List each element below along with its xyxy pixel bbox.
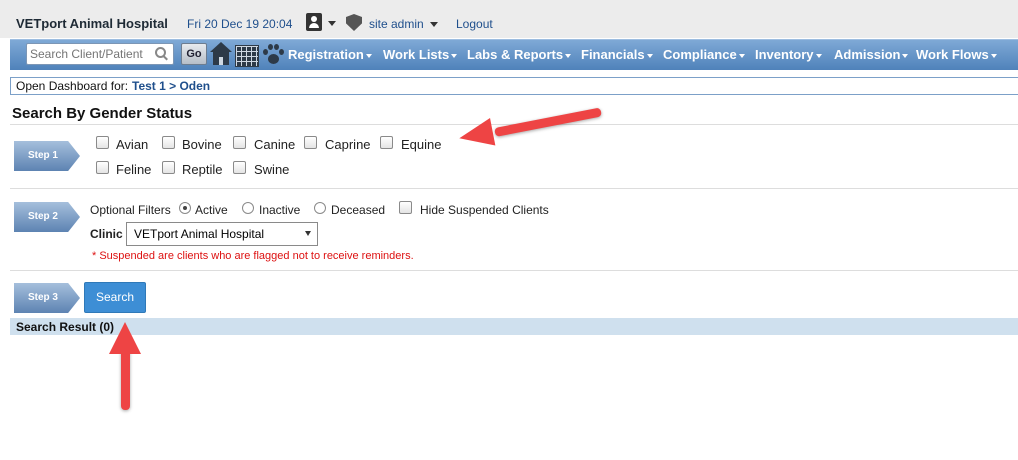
shield-icon bbox=[346, 14, 362, 31]
chevron-down-icon bbox=[738, 53, 745, 58]
go-button[interactable]: Go bbox=[181, 43, 207, 65]
suspended-note: * Suspended are clients who are flagged … bbox=[92, 250, 414, 262]
checkbox-caprine[interactable] bbox=[304, 136, 317, 149]
chevron-down-icon[interactable] bbox=[430, 22, 438, 27]
chevron-down-icon bbox=[305, 231, 311, 236]
optional-filters-label: Optional Filters bbox=[90, 203, 171, 217]
menu-work-lists[interactable]: Work Lists bbox=[383, 47, 458, 62]
search-result-label: Search Result (0) bbox=[16, 320, 115, 334]
label-avian: Avian bbox=[116, 137, 149, 152]
search-result-bar: Search Result (0) bbox=[10, 318, 1018, 335]
clinic-label: Clinic bbox=[90, 227, 123, 241]
label-equine: Equine bbox=[401, 137, 442, 152]
clinic-select[interactable]: VETport Animal Hospital bbox=[126, 222, 318, 246]
label-inactive: Inactive bbox=[259, 203, 301, 217]
label-canine: Canine bbox=[254, 137, 296, 152]
menu-work-flows[interactable]: Work Flows bbox=[916, 47, 997, 62]
menu-labs-reports[interactable]: Labs & Reports bbox=[467, 47, 572, 62]
menu-registration[interactable]: Registration bbox=[288, 47, 372, 62]
divider bbox=[10, 270, 1018, 271]
top-header: VETport Animal Hospital Fri 20 Dec 19 20… bbox=[0, 0, 1018, 38]
divider bbox=[10, 188, 1018, 189]
checkbox-avian[interactable] bbox=[96, 136, 109, 149]
label-caprine: Caprine bbox=[325, 137, 371, 152]
user-name: site admin bbox=[369, 17, 424, 31]
menu-admission[interactable]: Admission bbox=[834, 47, 909, 62]
step-1-badge: Step 1 bbox=[14, 141, 80, 171]
checkbox-swine[interactable] bbox=[233, 161, 246, 174]
checkbox-bovine[interactable] bbox=[162, 136, 175, 149]
search-input[interactable] bbox=[30, 46, 148, 61]
search-icon[interactable] bbox=[155, 47, 166, 58]
chevron-down-icon[interactable] bbox=[328, 21, 336, 26]
label-reptile: Reptile bbox=[182, 162, 223, 177]
dashboard-label: Open Dashboard for: bbox=[16, 79, 129, 93]
menu-financials[interactable]: Financials bbox=[581, 47, 653, 62]
checkbox-equine[interactable] bbox=[380, 136, 393, 149]
annotation-arrow-shaft bbox=[494, 107, 602, 137]
paw-icon[interactable] bbox=[261, 43, 285, 67]
user-menu[interactable]: site admin bbox=[369, 17, 424, 31]
user-profile-icon[interactable] bbox=[306, 13, 322, 31]
annotation-arrow-head bbox=[109, 322, 141, 354]
hospital-name: VETport Animal Hospital bbox=[16, 16, 168, 31]
checkbox-canine[interactable] bbox=[233, 136, 246, 149]
home-icon[interactable] bbox=[210, 42, 232, 66]
checkbox-feline[interactable] bbox=[96, 161, 109, 174]
current-datetime: Fri 20 Dec 19 20:04 bbox=[187, 17, 293, 31]
chevron-down-icon bbox=[815, 53, 822, 58]
main-navbar: Go Registration Work Lists Labs & Report… bbox=[10, 39, 1018, 70]
radio-deceased[interactable] bbox=[314, 202, 326, 214]
label-deceased: Deceased bbox=[331, 203, 386, 217]
label-bovine: Bovine bbox=[182, 137, 222, 152]
logout-link[interactable]: Logout bbox=[456, 17, 493, 31]
search-button[interactable]: Search bbox=[84, 282, 146, 313]
page-title: Search By Gender Status bbox=[12, 105, 193, 122]
step-2-badge: Step 2 bbox=[14, 202, 80, 232]
label-swine: Swine bbox=[254, 162, 290, 177]
dashboard-patient-link[interactable]: Test 1 > Oden bbox=[132, 79, 210, 93]
menu-compliance[interactable]: Compliance bbox=[663, 47, 745, 62]
chevron-down-icon bbox=[990, 53, 997, 58]
checkbox-hide-suspended[interactable] bbox=[399, 201, 412, 214]
clinic-value: VETport Animal Hospital bbox=[134, 227, 265, 241]
label-hide-suspended: Hide Suspended Clients bbox=[420, 203, 549, 217]
calendar-icon[interactable] bbox=[235, 45, 259, 67]
step-3-badge: Step 3 bbox=[14, 283, 80, 313]
chevron-down-icon bbox=[565, 53, 572, 58]
chevron-down-icon bbox=[451, 53, 458, 58]
dashboard-bar: Open Dashboard for: Test 1 > Oden bbox=[10, 77, 1018, 95]
chevron-down-icon bbox=[646, 53, 653, 58]
radio-inactive[interactable] bbox=[242, 202, 254, 214]
menu-inventory[interactable]: Inventory bbox=[755, 47, 822, 62]
checkbox-reptile[interactable] bbox=[162, 161, 175, 174]
chevron-down-icon bbox=[365, 53, 372, 58]
chevron-down-icon bbox=[902, 53, 909, 58]
client-patient-search bbox=[26, 43, 174, 65]
radio-active[interactable] bbox=[179, 202, 191, 214]
label-active: Active bbox=[195, 203, 228, 217]
annotation-arrow-head bbox=[456, 118, 496, 152]
label-feline: Feline bbox=[116, 162, 152, 177]
